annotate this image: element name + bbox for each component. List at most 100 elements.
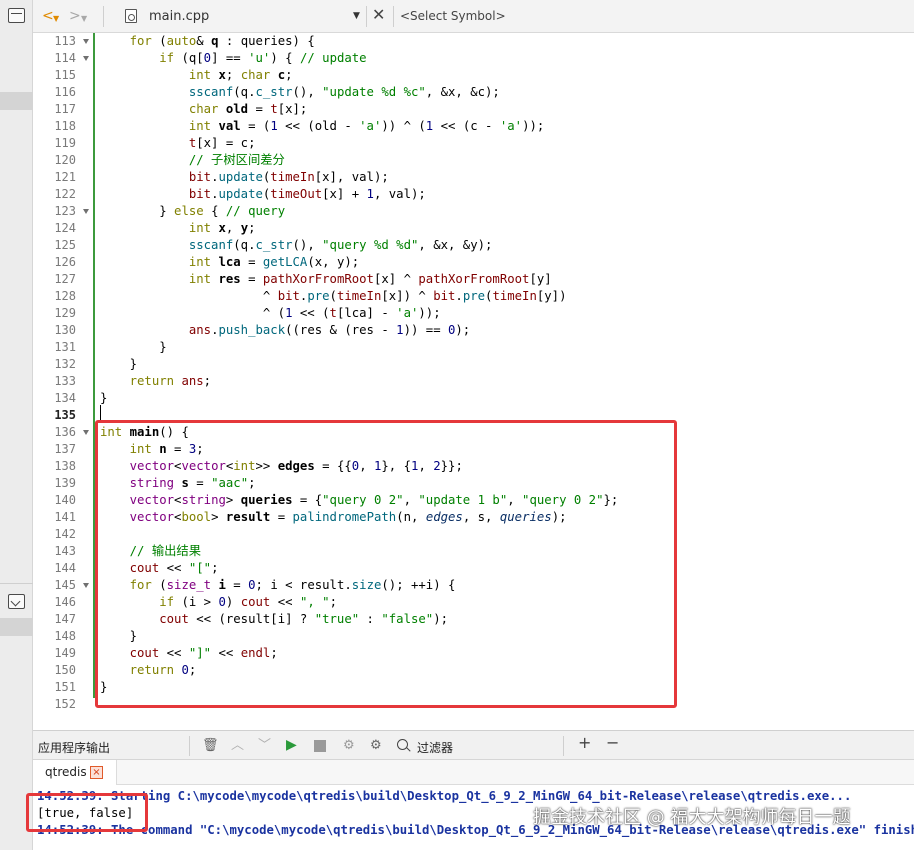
code-text[interactable]: char old = t[x]; xyxy=(100,101,308,118)
toolbar-separator xyxy=(563,736,564,756)
code-text[interactable]: int x, y; xyxy=(100,220,256,237)
code-line[interactable]: 124 int x, y; xyxy=(33,220,914,237)
watermark: 掘金技术社区 @ 福大大架构师每日一题 xyxy=(533,807,851,828)
tab-qtredis[interactable]: qtredis × xyxy=(33,760,117,785)
line-number: 121 xyxy=(54,170,76,184)
code-line[interactable]: 120 // 子树区间差分 xyxy=(33,152,914,169)
code-text[interactable]: t[x] = c; xyxy=(100,135,256,152)
code-text[interactable]: return ans; xyxy=(100,373,211,390)
toolbar-separator xyxy=(189,736,190,756)
collapse-panel-icon[interactable] xyxy=(8,594,25,609)
code-text[interactable]: int val = (1 << (old - 'a')) ^ (1 << (c … xyxy=(100,118,544,135)
code-line[interactable]: 118 int val = (1 << (old - 'a')) ^ (1 <<… xyxy=(33,118,914,135)
code-line[interactable]: 116 sscanf(q.c_str(), "update %d %c", &x… xyxy=(33,84,914,101)
close-icon[interactable]: × xyxy=(90,766,103,779)
fold-arrow-icon[interactable] xyxy=(83,583,89,588)
code-line[interactable]: 127 int res = pathXorFromRoot[x] ^ pathX… xyxy=(33,271,914,288)
code-line[interactable]: 117 char old = t[x]; xyxy=(33,101,914,118)
run-icon[interactable]: ▶ xyxy=(286,738,297,753)
code-text[interactable]: int lca = getLCA(x, y); xyxy=(100,254,359,271)
code-text[interactable]: ^ bit.pre(timeIn[x]) ^ bit.pre(timeIn[y]… xyxy=(100,288,567,305)
code-line[interactable]: 114 if (q[0] == 'u') { // update xyxy=(33,50,914,67)
add-icon[interactable]: + xyxy=(578,735,591,751)
line-number: 120 xyxy=(54,153,76,167)
line-number: 138 xyxy=(54,459,76,473)
line-number: 116 xyxy=(54,85,76,99)
forward-arrow-icon[interactable]: > xyxy=(69,8,81,24)
line-number: 142 xyxy=(54,527,76,541)
code-text[interactable]: sscanf(q.c_str(), "query %d %d", &x, &y)… xyxy=(100,237,493,254)
symbol-selector[interactable]: <Select Symbol> xyxy=(400,9,506,23)
code-line[interactable]: 115 int x; char c; xyxy=(33,67,914,84)
sidebar-selection xyxy=(0,92,33,110)
line-number: 117 xyxy=(54,102,76,116)
code-text[interactable]: for (auto& q : queries) { xyxy=(100,33,315,50)
line-number: 150 xyxy=(54,663,76,677)
code-line[interactable]: 132 } xyxy=(33,356,914,373)
trash-icon[interactable]: 🗑 xyxy=(202,738,219,753)
toolbar-separator xyxy=(393,6,394,27)
code-text[interactable]: } xyxy=(100,356,137,373)
code-text[interactable]: } xyxy=(100,390,107,407)
line-number: 135 xyxy=(54,408,76,422)
code-text[interactable]: if (q[0] == 'u') { // update xyxy=(100,50,366,67)
code-text[interactable]: int res = pathXorFromRoot[x] ^ pathXorFr… xyxy=(100,271,552,288)
fold-arrow-icon[interactable] xyxy=(83,56,89,61)
line-number: 151 xyxy=(54,680,76,694)
chevron-down-icon[interactable]: ▼ xyxy=(81,11,87,27)
down-arrow-icon[interactable]: ﹀ xyxy=(258,738,271,753)
code-line[interactable]: 131 } xyxy=(33,339,914,356)
fold-arrow-icon[interactable] xyxy=(83,39,89,44)
close-icon[interactable]: ✕ xyxy=(372,5,385,24)
line-number: 130 xyxy=(54,323,76,337)
code-line[interactable]: 125 sscanf(q.c_str(), "query %d %d", &x,… xyxy=(33,237,914,254)
code-line[interactable]: 119 t[x] = c; xyxy=(33,135,914,152)
code-line[interactable]: 123 } else { // query xyxy=(33,203,914,220)
code-line[interactable]: 113 for (auto& q : queries) { xyxy=(33,33,914,50)
code-line[interactable]: 130 ans.push_back((res & (res - 1)) == 0… xyxy=(33,322,914,339)
code-line[interactable]: 129 ^ (1 << (t[lca] - 'a')); xyxy=(33,305,914,322)
line-number: 128 xyxy=(54,289,76,303)
code-text[interactable]: ^ (1 << (t[lca] - 'a')); xyxy=(100,305,441,322)
code-text[interactable]: bit.update(timeOut[x] + 1, val); xyxy=(100,186,426,203)
output-pane-title: 应用程序输出 xyxy=(38,741,111,755)
settings-icon[interactable]: ⚙ xyxy=(370,738,382,753)
line-number: 146 xyxy=(54,595,76,609)
line-number: 126 xyxy=(54,255,76,269)
debug-icon[interactable]: ⚙ xyxy=(343,738,355,753)
code-text[interactable]: } else { // query xyxy=(100,203,285,220)
code-line[interactable]: 121 bit.update(timeIn[x], val); xyxy=(33,169,914,186)
code-text[interactable]: bit.update(timeIn[x], val); xyxy=(100,169,389,186)
remove-icon[interactable]: − xyxy=(606,735,619,751)
code-line[interactable]: 134} xyxy=(33,390,914,407)
toolbar-separator xyxy=(103,6,104,27)
open-file-selector[interactable]: main.cpp xyxy=(149,9,209,24)
chevron-down-icon[interactable]: ▼ xyxy=(353,11,360,21)
line-number: 124 xyxy=(54,221,76,235)
line-number: 145 xyxy=(54,578,76,592)
code-text[interactable]: sscanf(q.c_str(), "update %d %c", &x, &c… xyxy=(100,84,500,101)
line-number: 114 xyxy=(54,51,76,65)
fold-arrow-icon[interactable] xyxy=(83,209,89,214)
filter-input[interactable]: 过滤器 xyxy=(417,739,453,756)
toggle-sidebar-icon[interactable] xyxy=(8,8,25,23)
toolbar-separator xyxy=(366,6,367,27)
sidebar-divider xyxy=(0,583,33,584)
code-line[interactable]: 133 return ans; xyxy=(33,373,914,390)
code-text[interactable]: // 子树区间差分 xyxy=(100,152,285,169)
code-line[interactable]: 126 int lca = getLCA(x, y); xyxy=(33,254,914,271)
line-number: 139 xyxy=(54,476,76,490)
code-text[interactable]: int x; char c; xyxy=(100,67,293,84)
code-text[interactable]: ans.push_back((res & (res - 1)) == 0); xyxy=(100,322,470,339)
back-arrow-icon[interactable]: < xyxy=(42,8,54,24)
code-text[interactable]: } xyxy=(100,339,166,356)
code-line[interactable]: 122 bit.update(timeOut[x] + 1, val); xyxy=(33,186,914,203)
fold-arrow-icon[interactable] xyxy=(83,430,89,435)
chevron-down-icon[interactable]: ▼ xyxy=(53,11,59,27)
up-arrow-icon[interactable]: ︿ xyxy=(231,738,244,753)
code-line[interactable]: 128 ^ bit.pre(timeIn[x]) ^ bit.pre(timeI… xyxy=(33,288,914,305)
stop-icon[interactable] xyxy=(314,740,326,752)
main-function-highlight xyxy=(95,420,677,708)
editor-toolbar: < ▼ > ▼ main.cpp ▼ ✕ <Select Symbol> xyxy=(33,0,914,33)
line-number: 132 xyxy=(54,357,76,371)
